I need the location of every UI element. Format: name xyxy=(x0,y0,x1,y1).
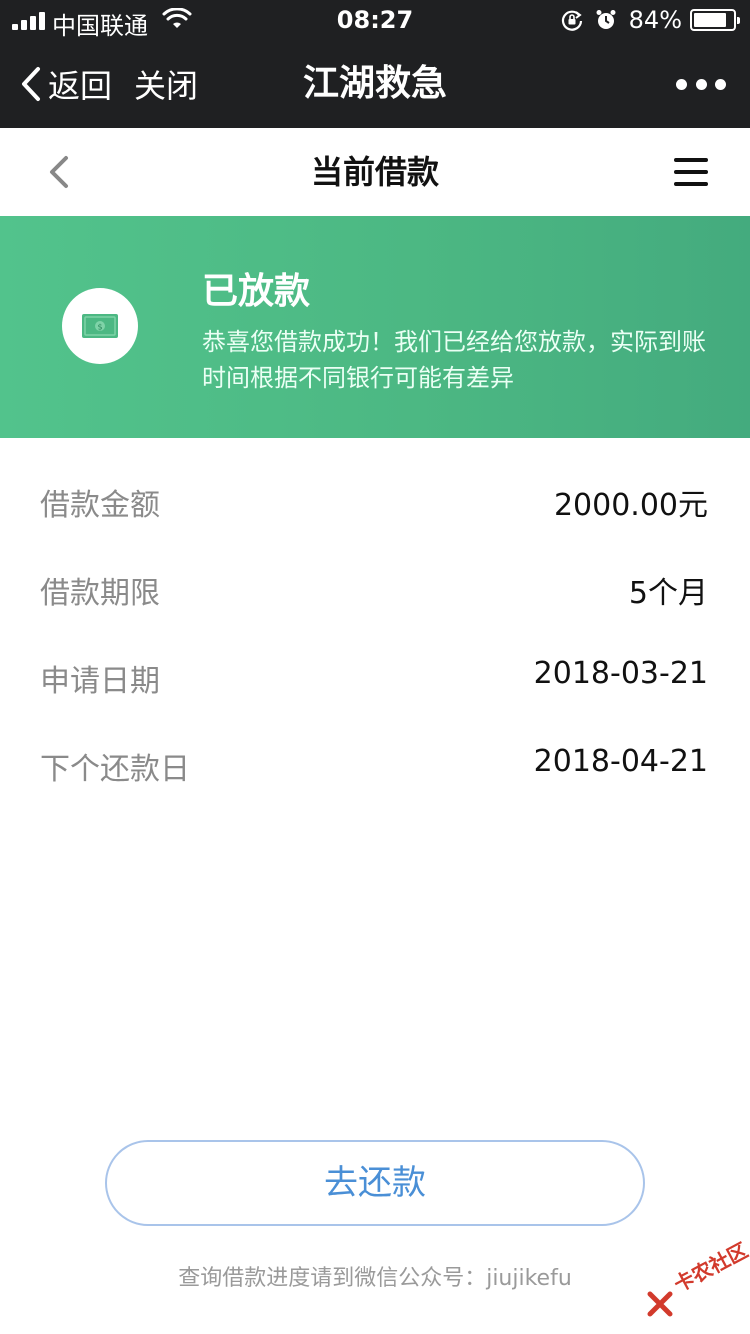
detail-value: 2000.00元 xyxy=(553,488,708,523)
page-header: 当前借款 xyxy=(0,128,750,216)
page-title: 当前借款 xyxy=(310,153,439,191)
screen: 中国联通 08:27 84% 返回 关闭 江湖救急 当前借款 $ 已放款 恭喜您… xyxy=(0,0,750,1334)
status-bar: 中国联通 08:27 84% xyxy=(0,0,750,40)
detail-value: 5个月 xyxy=(628,576,708,611)
wechat-nav-bar: 返回 关闭 江湖救急 xyxy=(0,40,750,128)
svg-text:$: $ xyxy=(97,323,102,332)
money-icon: $ xyxy=(62,288,138,364)
battery-percent: 84% xyxy=(628,6,682,34)
watermark-icon xyxy=(647,1291,673,1317)
banner-description: 恭喜您借款成功！我们已经给您放款，实际到账时间根据不同银行可能有差异 xyxy=(202,328,706,392)
watermark-text: 卡农社区 xyxy=(669,1237,750,1297)
detail-label: 申请日期 xyxy=(40,664,160,699)
detail-value: 2018-03-21 xyxy=(533,656,708,691)
nav-title: 江湖救急 xyxy=(302,63,447,104)
banner-title: 已放款 xyxy=(202,271,311,312)
detail-label: 下个还款日 xyxy=(40,752,190,787)
battery-level-fill xyxy=(694,13,726,27)
detail-row-next-repayment: 下个还款日 2018-04-21 xyxy=(0,722,750,810)
hamburger-menu-icon[interactable] xyxy=(674,158,708,186)
detail-label: 借款期限 xyxy=(40,576,160,611)
detail-row-apply-date: 申请日期 2018-03-21 xyxy=(0,634,750,722)
footnote: 查询借款进度请到微信公众号：jiujikefu xyxy=(178,1266,572,1291)
more-options-icon[interactable] xyxy=(676,70,726,98)
rotation-lock-icon xyxy=(561,10,582,31)
detail-row-term: 借款期限 5个月 xyxy=(0,546,750,634)
alarm-icon xyxy=(596,10,616,29)
repay-button[interactable]: 去还款 xyxy=(105,1140,645,1226)
status-right: 84% xyxy=(561,6,740,34)
loan-details: 借款金额 2000.00元 借款期限 5个月 申请日期 2018-03-21 下… xyxy=(0,458,750,810)
watermark-logo: 卡农社区 xyxy=(646,1238,750,1322)
top-bar: 中国联通 08:27 84% 返回 关闭 江湖救急 xyxy=(0,0,750,128)
battery-icon xyxy=(690,9,740,31)
detail-label: 借款金额 xyxy=(40,488,160,523)
detail-row-amount: 借款金额 2000.00元 xyxy=(0,458,750,546)
detail-value: 2018-04-21 xyxy=(533,744,708,779)
status-banner: $ 已放款 恭喜您借款成功！我们已经给您放款，实际到账时间根据不同银行可能有差异 xyxy=(0,216,750,438)
